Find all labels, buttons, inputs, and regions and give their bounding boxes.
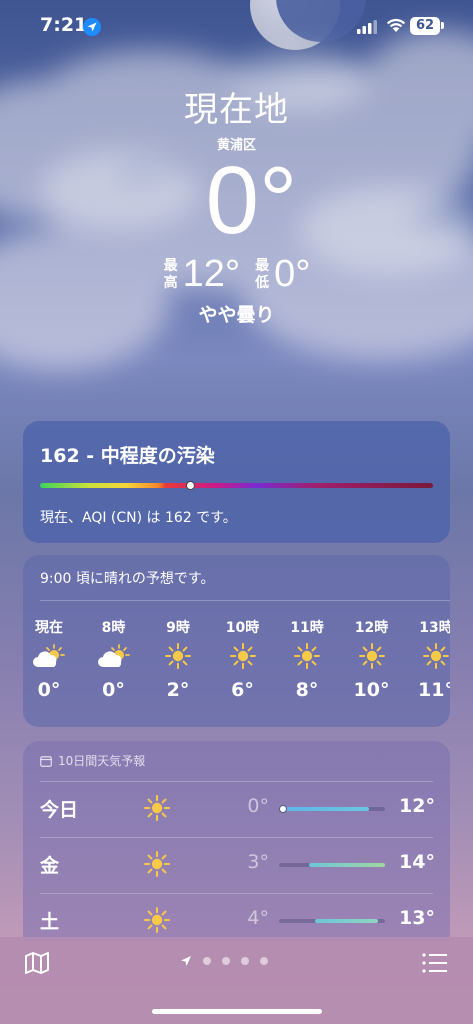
hourly-item: 11時 8°	[275, 617, 339, 701]
sun-icon	[146, 637, 210, 675]
temp-range-fill	[308, 863, 385, 867]
hour-temp: 6°	[231, 679, 254, 701]
sun-icon	[144, 907, 170, 937]
hour-label: 8時	[101, 620, 126, 636]
page-dot[interactable]	[222, 957, 230, 965]
page-dot[interactable]	[203, 957, 211, 965]
hour-temp: 2°	[166, 679, 190, 701]
high-temp: 12°	[399, 795, 435, 817]
hour-temp: 11°	[418, 679, 450, 701]
hour-label: 12時	[354, 620, 389, 636]
hour-label: 9時	[166, 620, 190, 636]
location-title: 現在地	[184, 90, 289, 130]
hourly-item: 10時 6°	[211, 617, 275, 701]
sun-icon	[340, 637, 404, 675]
current-temperature: 0°	[205, 147, 298, 254]
hourly-item: 9時 2°	[146, 617, 210, 701]
daily-row[interactable]: 土 4° 13°	[23, 893, 450, 941]
page-dot[interactable]	[260, 957, 268, 965]
partly-cloudy-icon	[82, 637, 146, 675]
aqi-indicator-dot	[186, 481, 195, 490]
hour-label: 現在	[35, 620, 63, 636]
low-temp: 0°	[274, 253, 311, 295]
map-icon[interactable]	[24, 951, 50, 975]
low-label: 最低	[255, 257, 270, 291]
sun-icon	[144, 851, 170, 881]
sun-icon	[275, 637, 339, 675]
sun-icon	[211, 637, 275, 675]
aqi-scale-bar	[40, 483, 433, 488]
high-temp-group: 最高 12°	[163, 253, 240, 296]
temp-range-bar	[279, 863, 385, 867]
hourly-summary: 9:00 頃に晴れの予想です。	[40, 571, 215, 587]
hour-label: 10時	[225, 620, 260, 636]
list-icon[interactable]	[422, 953, 448, 973]
day-label: 土	[40, 911, 60, 933]
current-temp-dot	[279, 805, 288, 813]
partly-cloudy-icon	[23, 637, 81, 675]
aqi-description: 現在、AQI (CN) は 162 です。	[40, 510, 237, 526]
hourly-item: 12時 10°	[340, 617, 404, 701]
location-header: 現在地 黄浦区 0° 最高 12° 最低 0° やや曇り	[0, 88, 473, 327]
status-time: 7:21	[40, 14, 88, 36]
high-temp: 14°	[399, 851, 435, 873]
status-bar: 7:21 62	[0, 0, 473, 54]
daily-forecast-title: 10日間天気予報	[58, 754, 146, 768]
bottom-toolbar	[0, 937, 473, 1024]
daily-forecast-header: 10日間天気予報	[40, 752, 145, 769]
hourly-item: 現在 0°	[23, 617, 81, 701]
battery-indicator: 62	[410, 17, 440, 35]
hour-temp: 0°	[37, 679, 61, 701]
aqi-title: 162 - 中程度の汚染	[40, 445, 215, 467]
location-arrow-icon	[83, 18, 101, 36]
hour-label: 13時	[419, 620, 450, 636]
hour-temp: 10°	[353, 679, 390, 701]
high-low: 最高 12° 最低 0°	[0, 253, 473, 296]
divider	[40, 600, 450, 601]
temp-range-bar	[279, 919, 385, 923]
hourly-scroll[interactable]: 現在 0° 8時 0° 9時 2° 10時 6° 11時 8° 12時 10° 13時 11…	[23, 617, 450, 717]
cellular-signal-icon	[357, 20, 377, 34]
calendar-icon	[40, 755, 52, 767]
day-label: 金	[40, 855, 60, 877]
sun-icon	[404, 637, 450, 675]
high-temp: 12°	[182, 253, 241, 295]
wifi-icon	[386, 18, 406, 32]
page-indicator[interactable]	[180, 955, 268, 967]
daily-forecast-card[interactable]: 10日間天気予報 今日 0° 12° 金 3° 14° 土 4° 13°	[23, 741, 450, 941]
location-arrow-icon	[181, 956, 191, 966]
daily-row[interactable]: 今日 0° 12°	[23, 781, 450, 837]
hour-temp: 8°	[295, 679, 319, 701]
temp-range-bar	[279, 805, 385, 813]
hourly-item: 8時 0°	[82, 617, 146, 701]
low-temp: 0°	[247, 795, 269, 817]
low-temp: 3°	[247, 851, 269, 873]
battery-tip	[441, 22, 444, 29]
temp-range-fill	[284, 807, 370, 811]
high-label: 最高	[163, 257, 178, 291]
hour-temp: 0°	[102, 679, 125, 701]
hour-label: 11時	[290, 620, 324, 636]
daily-row[interactable]: 金 3° 14°	[23, 837, 450, 893]
high-temp: 13°	[399, 907, 435, 929]
page-dot[interactable]	[241, 957, 249, 965]
low-temp: 4°	[247, 907, 269, 929]
low-temp-group: 最低 0°	[254, 253, 310, 296]
home-indicator	[152, 1009, 322, 1014]
day-label: 今日	[40, 799, 79, 821]
hourly-item: 13時 11°	[404, 617, 450, 701]
air-quality-card[interactable]: 162 - 中程度の汚染 現在、AQI (CN) は 162 です。	[23, 421, 450, 543]
hourly-forecast-card[interactable]: 9:00 頃に晴れの予想です。 現在 0° 8時 0° 9時 2° 10時 6° 11時…	[23, 555, 450, 727]
sun-icon	[144, 795, 170, 825]
current-condition: やや曇り	[198, 304, 275, 326]
temp-range-fill	[315, 919, 378, 923]
